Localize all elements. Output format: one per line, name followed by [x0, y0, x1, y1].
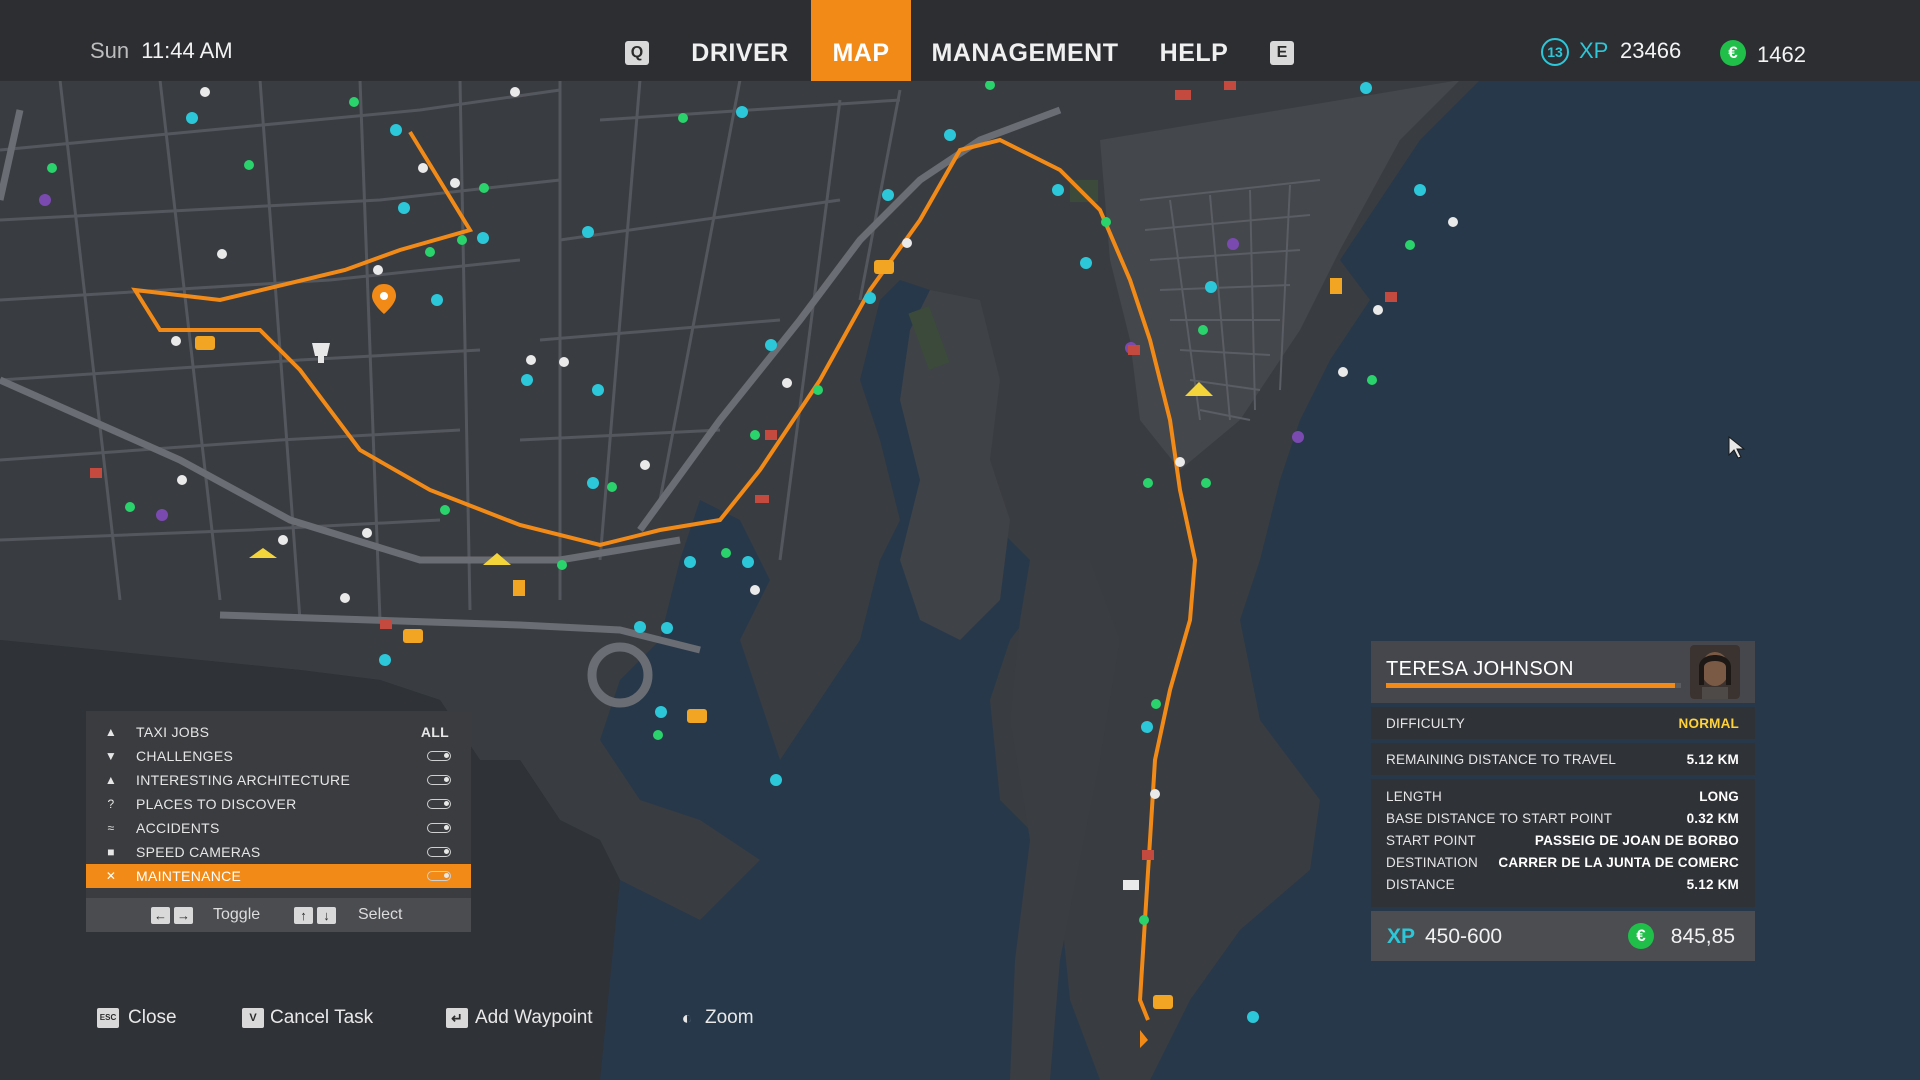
- arrow-up-key: ↑: [294, 907, 313, 924]
- remaining-distance-row: REMAINING DISTANCE TO TRAVEL 5.12 KM: [1371, 743, 1755, 775]
- filter-challenges[interactable]: ▼ CHALLENGES: [86, 744, 471, 768]
- job-progress-bar: [1386, 683, 1681, 688]
- remaining-distance-label: REMAINING DISTANCE TO TRAVEL: [1386, 752, 1617, 767]
- filter-controls-hint: ← → Toggle ↑ ↓ Select: [86, 898, 471, 932]
- job-info-card: TERESA JOHNSON DIFFICULTY NORMAL REMAINI…: [1371, 641, 1755, 961]
- tab-management[interactable]: MANAGEMENT: [918, 0, 1132, 81]
- top-bar: Sun 11:44 AM Q DRIVER MAP MANAGEMENT HEL…: [0, 0, 1920, 81]
- filter-taxi-jobs[interactable]: ▲ TAXI JOBS ALL: [86, 720, 471, 744]
- filter-speed-cameras[interactable]: ■ SPEED CAMERAS: [86, 840, 471, 864]
- arrow-left-key: ←: [151, 907, 170, 924]
- filter-label: ACCIDENTS: [136, 820, 220, 836]
- add-waypoint-action[interactable]: Add Waypoint: [475, 1007, 593, 1029]
- destination-value: CARRER DE LA JUNTA DE COMERC: [1498, 855, 1739, 870]
- tab-map[interactable]: MAP: [811, 0, 911, 81]
- filter-places-to-discover[interactable]: ? PLACES TO DISCOVER: [86, 792, 471, 816]
- distance-value: 5.12 KM: [1686, 877, 1739, 892]
- start-point-value: PASSEIG DE JOAN DE BORBO: [1534, 833, 1739, 848]
- filter-maintenance[interactable]: ✕ MAINTENANCE: [86, 864, 471, 888]
- filter-toggle[interactable]: [427, 799, 451, 809]
- remaining-distance-value: 5.12 KM: [1686, 752, 1739, 767]
- job-progress-fill: [1386, 683, 1676, 688]
- euro-icon: €: [1720, 40, 1746, 66]
- difficulty-label: DIFFICULTY: [1386, 716, 1465, 731]
- key-e-next-tab[interactable]: E: [1270, 41, 1294, 65]
- v-key: V: [242, 1008, 264, 1028]
- filter-label: TAXI JOBS: [136, 724, 210, 740]
- xp-label: XP: [1579, 38, 1609, 63]
- game-map-screen: Sun 11:44 AM Q DRIVER MAP MANAGEMENT HEL…: [0, 0, 1920, 1080]
- reward-xp-label: XP: [1387, 925, 1416, 948]
- filter-toggle[interactable]: [427, 823, 451, 833]
- distance-label: DISTANCE: [1386, 877, 1455, 892]
- game-day: Sun: [90, 38, 130, 63]
- cancel-task-action[interactable]: Cancel Task: [270, 1007, 373, 1029]
- base-distance-label: BASE DISTANCE TO START POINT: [1386, 811, 1613, 826]
- filter-label: SPEED CAMERAS: [136, 844, 261, 860]
- mouse-cursor-icon: [1728, 435, 1746, 459]
- game-clock: Sun 11:44 AM: [90, 38, 233, 64]
- player-level-badge: 13: [1541, 38, 1569, 66]
- filter-value: ALL: [420, 724, 449, 740]
- toggle-hint-label: Toggle: [213, 906, 261, 923]
- map-filter-panel: ▲ TAXI JOBS ALL ▼ CHALLENGES ▲ INTERESTI…: [86, 711, 471, 932]
- filter-label: INTERESTING ARCHITECTURE: [136, 772, 351, 788]
- monument-icon: ▲: [104, 773, 118, 787]
- key-q-prev-tab[interactable]: Q: [625, 41, 649, 65]
- arrow-right-key: →: [174, 907, 193, 924]
- difficulty-value: NORMAL: [1678, 716, 1739, 731]
- passenger-avatar: [1690, 645, 1740, 699]
- close-action[interactable]: Close: [128, 1007, 177, 1029]
- reward-money: 845,85: [1670, 925, 1735, 948]
- filter-label: PLACES TO DISCOVER: [136, 796, 297, 812]
- passenger-name: TERESA JOHNSON: [1386, 658, 1574, 680]
- difficulty-row: DIFFICULTY NORMAL: [1371, 707, 1755, 739]
- game-time: 11:44 AM: [141, 38, 233, 63]
- reward-footer: XP 450-600 € 845,85: [1371, 911, 1755, 961]
- money-balance: 1462: [1757, 42, 1806, 67]
- esc-key: ESC: [97, 1008, 119, 1028]
- job-details: LENGTH LONG BASE DISTANCE TO START POINT…: [1371, 779, 1755, 907]
- start-point-label: START POINT: [1386, 833, 1476, 848]
- filter-accidents[interactable]: ≈ ACCIDENTS: [86, 816, 471, 840]
- euro-icon: €: [1628, 923, 1654, 949]
- xp-total: 23466: [1620, 38, 1682, 63]
- destination-label: DESTINATION: [1386, 855, 1478, 870]
- filter-toggle[interactable]: [427, 751, 451, 761]
- tab-help[interactable]: HELP: [1150, 0, 1238, 81]
- accident-icon: ≈: [107, 821, 115, 835]
- reward-xp-range: 450-600: [1425, 925, 1503, 948]
- arrow-down-key: ↓: [317, 907, 336, 924]
- filter-label: MAINTENANCE: [136, 868, 242, 884]
- filter-toggle[interactable]: [427, 847, 451, 857]
- filter-toggle[interactable]: [427, 871, 451, 881]
- length-value: LONG: [1699, 789, 1739, 804]
- enter-key: ↵: [446, 1008, 468, 1028]
- camera-icon: ■: [107, 845, 115, 859]
- select-hint-label: Select: [358, 906, 403, 923]
- passenger-header: TERESA JOHNSON: [1371, 641, 1755, 703]
- tab-driver[interactable]: DRIVER: [675, 0, 805, 81]
- person-icon: ▲: [104, 725, 118, 739]
- filter-toggle[interactable]: [427, 775, 451, 785]
- filter-architecture[interactable]: ▲ INTERESTING ARCHITECTURE: [86, 768, 471, 792]
- wrench-icon: ✕: [105, 869, 117, 883]
- zoom-action[interactable]: Zoom: [705, 1007, 754, 1029]
- filter-label: CHALLENGES: [136, 748, 234, 764]
- trophy-icon: ▼: [104, 749, 118, 763]
- base-distance-value: 0.32 KM: [1686, 811, 1739, 826]
- question-icon: ?: [107, 797, 115, 811]
- mouse-wheel-icon: ◐: [681, 1008, 693, 1028]
- length-label: LENGTH: [1386, 789, 1442, 804]
